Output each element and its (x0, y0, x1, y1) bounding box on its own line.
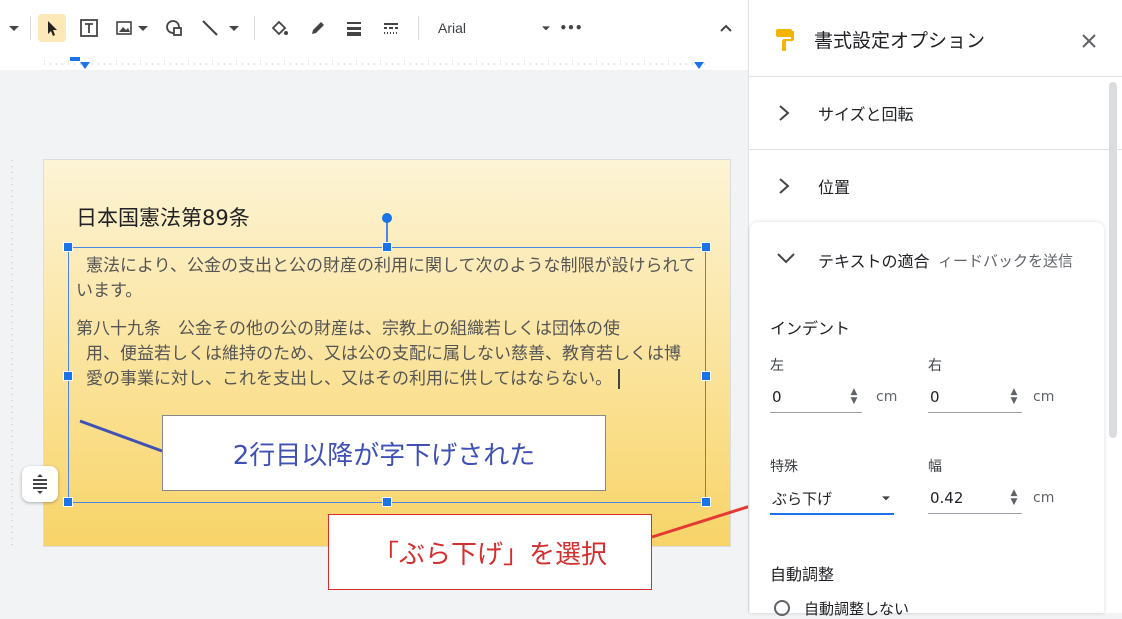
right-indent-field[interactable]: 0 ▲ ▼ (928, 382, 1022, 413)
left-indent-unit: cm (876, 389, 898, 405)
chevron-right-icon (776, 103, 796, 123)
section-label: サイズと回転 (818, 105, 914, 124)
left-indent-label: 左 (770, 358, 784, 374)
chevron-down-icon[interactable] (776, 250, 796, 270)
indent-width-unit: cm (1033, 490, 1055, 506)
text-fit-section (750, 222, 1104, 613)
special-indent-select[interactable]: ぶら下げ (770, 483, 894, 515)
stepper-icon[interactable]: ▲ ▼ (848, 388, 860, 406)
stepper-icon[interactable]: ▲ ▼ (1008, 388, 1020, 406)
panel-scrollbar[interactable] (1109, 82, 1117, 438)
close-icon[interactable] (1078, 30, 1100, 52)
section-text-fit-label[interactable]: テキストの適合 (818, 248, 930, 272)
chevron-right-icon (776, 176, 796, 196)
align-menu-button[interactable] (22, 466, 58, 502)
special-indent-label: 特殊 (770, 459, 798, 475)
feedback-tooltip[interactable]: ィードバックを送信 (938, 250, 1074, 271)
indent-width-label: 幅 (928, 459, 942, 475)
autofit-none-radio[interactable] (774, 600, 790, 616)
section-position[interactable]: 位置 (748, 150, 1122, 222)
paint-roller-icon (774, 28, 796, 56)
hanging-note-callout: 「ぶら下げ」を選択 (328, 514, 652, 590)
chevron-down-icon (882, 496, 890, 501)
right-indent-unit: cm (1033, 389, 1055, 405)
autofit-heading: 自動調整 (770, 565, 835, 584)
left-indent-field[interactable]: 0 ▲ ▼ (770, 382, 862, 413)
indent-note-callout: 2行目以降が字下げされた (162, 415, 606, 491)
indent-width-field[interactable]: 0.42 ▲ ▼ (928, 483, 1022, 514)
section-label: 位置 (818, 178, 851, 197)
indent-heading: インデント (770, 319, 851, 338)
right-indent-label: 右 (928, 358, 942, 374)
align-icon (33, 474, 47, 494)
autofit-none-label[interactable]: 自動調整しない (804, 598, 909, 619)
section-size-rotation[interactable]: サイズと回転 (748, 77, 1122, 150)
stepper-icon[interactable]: ▲ ▼ (1008, 489, 1020, 507)
panel-title: 書式設定オプション (814, 30, 986, 52)
